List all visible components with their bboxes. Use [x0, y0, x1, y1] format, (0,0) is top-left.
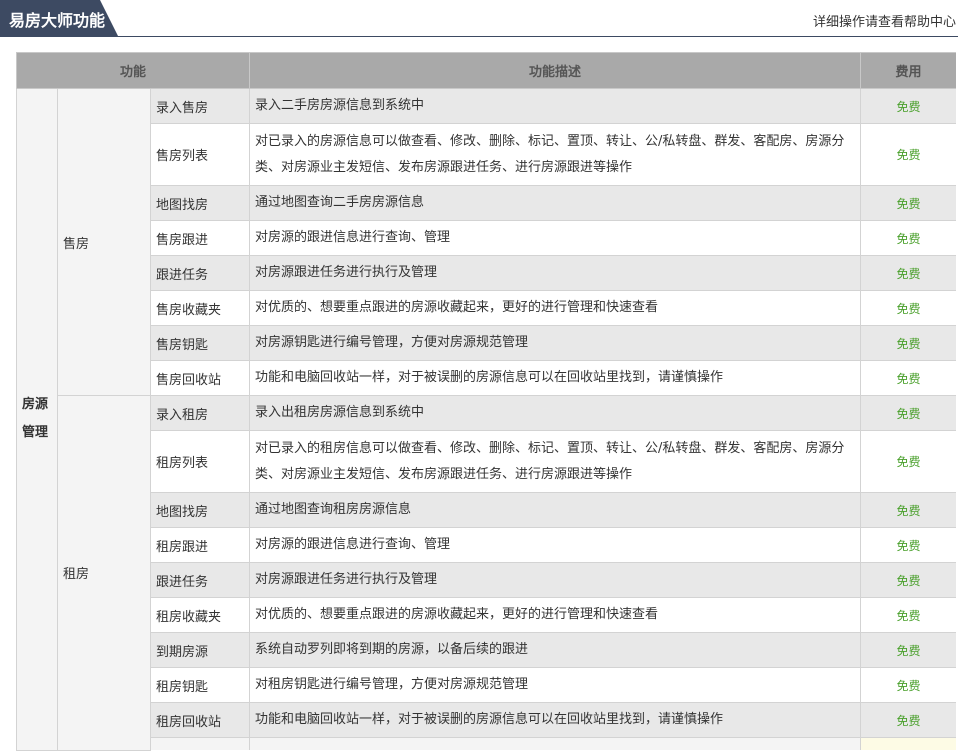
- fee-label: 免费: [860, 290, 956, 326]
- table-row: 租房回收站 功能和电脑回收站一样，对于被误删的房源信息可以在回收站里找到，请谨慎…: [17, 702, 956, 738]
- function-description: 通过地图查询租房房源信息: [249, 492, 862, 528]
- fee-label: 免费: [860, 632, 956, 668]
- table-row: 租房收藏夹 对优质的、想要重点跟进的房源收藏起来，更好的进行管理和快速查看 免费: [17, 597, 956, 633]
- page-title: 易房大师功能: [9, 11, 106, 30]
- table-row: 租房钥匙 对租房钥匙进行编号管理，方便对房源规范管理 免费: [17, 667, 956, 703]
- feature-table: 功能 功能描述 费用 房源 管理 售房 录入售房 录入二手房房源信息到系统中 免…: [16, 52, 956, 751]
- function-name[interactable]: 租房收藏夹: [149, 597, 251, 633]
- fee-label: 免费: [860, 492, 956, 528]
- fee-label: 免费: [860, 597, 956, 633]
- partial-cell: [860, 737, 956, 750]
- function-name[interactable]: 地图找房: [149, 185, 251, 221]
- fee-label: 免费: [860, 430, 956, 493]
- function-description: 功能和电脑回收站一样，对于被误删的房源信息可以在回收站里找到，请谨慎操作: [249, 702, 862, 738]
- table-row: 地图找房 通过地图查询二手房房源信息 免费: [17, 185, 956, 221]
- fee-label: 免费: [860, 667, 956, 703]
- function-name[interactable]: 跟进任务: [149, 562, 251, 598]
- function-description: 录入二手房房源信息到系统中: [249, 88, 862, 124]
- function-name[interactable]: 售房收藏夹: [149, 290, 251, 326]
- category-label-line1: 房源: [22, 397, 49, 413]
- function-description: 系统自动罗列即将到期的房源，以备后续的跟进: [249, 632, 862, 668]
- table-row-partial: [17, 737, 956, 750]
- column-header-fee: 费用: [860, 52, 956, 89]
- function-name[interactable]: 售房回收站: [149, 360, 251, 396]
- table-row: 售房收藏夹 对优质的、想要重点跟进的房源收藏起来，更好的进行管理和快速查看 免费: [17, 290, 956, 326]
- table-row: 地图找房 通过地图查询租房房源信息 免费: [17, 492, 956, 528]
- fee-label: 免费: [860, 255, 956, 291]
- function-description: 对房源的跟进信息进行查询、管理: [249, 527, 862, 563]
- group-cell-sale: 售房: [57, 88, 151, 396]
- table-row: 跟进任务 对房源跟进任务进行执行及管理 免费: [17, 255, 956, 291]
- function-description: 对房源的跟进信息进行查询、管理: [249, 220, 862, 256]
- table-row: 租房跟进 对房源的跟进信息进行查询、管理 免费: [17, 527, 956, 563]
- function-name[interactable]: 售房跟进: [149, 220, 251, 256]
- fee-label: 免费: [860, 185, 956, 221]
- fee-label: 免费: [860, 88, 956, 124]
- fee-label: 免费: [860, 702, 956, 738]
- table-row: 售房列表 对已录入的房源信息可以做查看、修改、删除、标记、置顶、转让、公/私转盘…: [17, 123, 956, 186]
- function-name[interactable]: 录入售房: [149, 88, 251, 124]
- function-description: 对房源跟进任务进行执行及管理: [249, 562, 862, 598]
- fee-label: 免费: [860, 220, 956, 256]
- table-row: 跟进任务 对房源跟进任务进行执行及管理 免费: [17, 562, 956, 598]
- next-group-cell: [249, 737, 862, 750]
- function-description: 对优质的、想要重点跟进的房源收藏起来，更好的进行管理和快速查看: [249, 290, 862, 326]
- next-category-cell: [149, 737, 251, 750]
- function-name[interactable]: 到期房源: [149, 632, 251, 668]
- column-header-description: 功能描述: [249, 52, 862, 89]
- function-name[interactable]: 地图找房: [149, 492, 251, 528]
- function-name[interactable]: 租房列表: [149, 430, 251, 493]
- fee-label: 免费: [860, 360, 956, 396]
- function-description: 功能和电脑回收站一样，对于被误删的房源信息可以在回收站里找到，请谨慎操作: [249, 360, 862, 396]
- fee-label: 免费: [860, 123, 956, 186]
- help-center-link[interactable]: 详细操作请查看帮助中心: [813, 11, 956, 30]
- category-label-line2: 管理: [22, 425, 49, 441]
- fee-label: 免费: [860, 325, 956, 361]
- table-row: 售房回收站 功能和电脑回收站一样，对于被误删的房源信息可以在回收站里找到，请谨慎…: [17, 360, 956, 396]
- function-name[interactable]: 租房回收站: [149, 702, 251, 738]
- function-description: 对已录入的租房信息可以做查看、修改、删除、标记、置顶、转让、公/私转盘、群发、客…: [249, 430, 862, 493]
- table-row: 租房 录入租房 录入出租房房源信息到系统中 免费: [17, 395, 956, 751]
- table-row: 到期房源 系统自动罗列即将到期的房源，以备后续的跟进 免费: [17, 632, 956, 668]
- table-row: 售房钥匙 对房源钥匙进行编号管理，方便对房源规范管理 免费: [17, 325, 956, 361]
- fee-label: 免费: [860, 395, 956, 431]
- category-cell: 房源 管理: [16, 88, 58, 751]
- function-description: 对租房钥匙进行编号管理，方便对房源规范管理: [249, 667, 862, 703]
- function-description: 通过地图查询二手房房源信息: [249, 185, 862, 221]
- function-description: 录入出租房房源信息到系统中: [249, 395, 862, 431]
- column-header-function: 功能: [16, 52, 251, 89]
- fee-label: 免费: [860, 562, 956, 598]
- function-name[interactable]: 跟进任务: [149, 255, 251, 291]
- function-name[interactable]: 售房钥匙: [149, 325, 251, 361]
- function-name[interactable]: 售房列表: [149, 123, 251, 186]
- table-row: 房源 管理 售房 录入售房 录入二手房房源信息到系统中 免费: [16, 88, 956, 751]
- function-description: 对房源跟进任务进行执行及管理: [249, 255, 862, 291]
- feature-table-container: 功能 功能描述 费用 房源 管理 售房 录入售房 录入二手房房源信息到系统中 免…: [16, 52, 956, 756]
- function-description: 对房源钥匙进行编号管理，方便对房源规范管理: [249, 325, 862, 361]
- function-description: 对已录入的房源信息可以做查看、修改、删除、标记、置顶、转让、公/私转盘、群发、客…: [249, 123, 862, 186]
- top-bar: 易房大师功能 详细操作请查看帮助中心: [0, 0, 958, 37]
- table-row: 租房列表 对已录入的租房信息可以做查看、修改、删除、标记、置顶、转让、公/私转盘…: [17, 430, 956, 493]
- function-name[interactable]: 录入租房: [149, 395, 251, 431]
- function-description: 对优质的、想要重点跟进的房源收藏起来，更好的进行管理和快速查看: [249, 597, 862, 633]
- group-cell-rent: 租房: [57, 395, 151, 751]
- fee-label: 免费: [860, 527, 956, 563]
- function-name[interactable]: 租房钥匙: [149, 667, 251, 703]
- function-name[interactable]: 租房跟进: [149, 527, 251, 563]
- table-header-row: 功能 功能描述 费用: [16, 52, 956, 89]
- table-row: 售房跟进 对房源的跟进信息进行查询、管理 免费: [17, 220, 956, 256]
